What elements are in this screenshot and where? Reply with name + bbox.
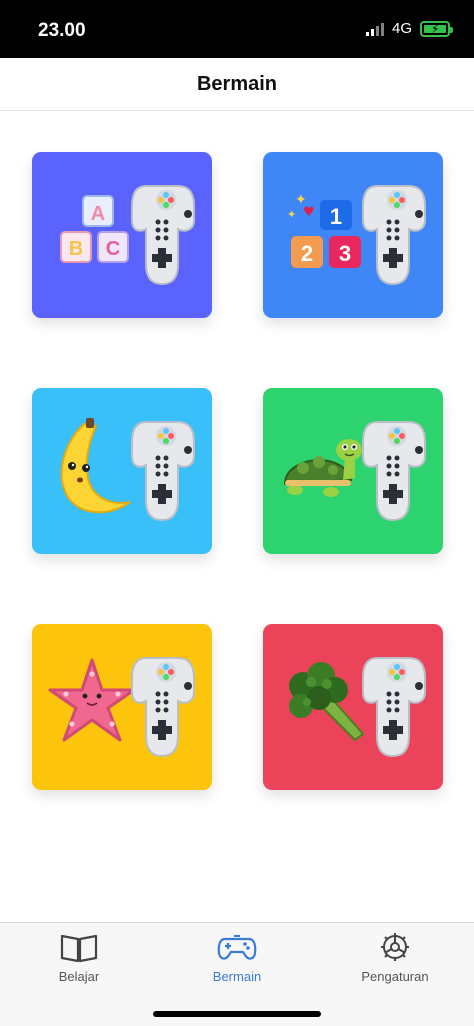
tab-pengaturan[interactable]: Pengaturan: [316, 923, 474, 1003]
game-card-sea-animals[interactable]: [32, 624, 212, 790]
tab-bermain[interactable]: Bermain: [158, 923, 316, 1003]
digit-2: 2: [301, 241, 313, 266]
page-title: Bermain: [196, 73, 278, 95]
card-illustration: ✦ ✦ ♥ 1 2 3: [263, 152, 443, 318]
status-indicators: 4G ⚡: [365, 20, 453, 37]
digit-1: 1: [330, 204, 342, 229]
card-illustration: [263, 388, 443, 554]
card-illustration: A B C: [32, 152, 212, 318]
nav-header: Bermain: [0, 58, 474, 111]
tab-belajar[interactable]: Belajar: [0, 923, 158, 1003]
game-card-animals[interactable]: [263, 388, 443, 554]
home-indicator: [153, 1011, 321, 1017]
letter-c: C: [106, 238, 120, 260]
game-card-numbers[interactable]: ✦ ✦ ♥ 1 2 3: [263, 152, 443, 318]
tab-label-belajar: Belajar: [58, 969, 100, 984]
game-card-alphabet[interactable]: A B C: [32, 152, 212, 318]
status-bar: 23.00 4G ⚡: [0, 0, 474, 58]
game-card-fruits[interactable]: [32, 388, 212, 554]
svg-text:♥: ♥: [303, 205, 315, 220]
gamepad-icon: [217, 935, 257, 960]
digit-3: 3: [339, 241, 351, 266]
tab-label-pengaturan: Pengaturan: [361, 969, 429, 984]
svg-text:✦: ✦: [287, 208, 296, 221]
status-time: 23.00: [38, 20, 86, 41]
signal-icon: [365, 22, 384, 36]
tab-label-bermain: Bermain: [212, 969, 262, 984]
book-icon: [60, 934, 98, 963]
card-illustration: [263, 624, 443, 790]
letter-a: A: [91, 203, 105, 225]
card-illustration: [32, 388, 212, 554]
letter-b: B: [69, 238, 83, 260]
game-card-vegetables[interactable]: [263, 624, 443, 790]
battery-icon: ⚡: [420, 20, 453, 37]
network-label: 4G: [391, 20, 412, 37]
gear-icon: [381, 933, 409, 961]
card-illustration: [32, 624, 212, 790]
